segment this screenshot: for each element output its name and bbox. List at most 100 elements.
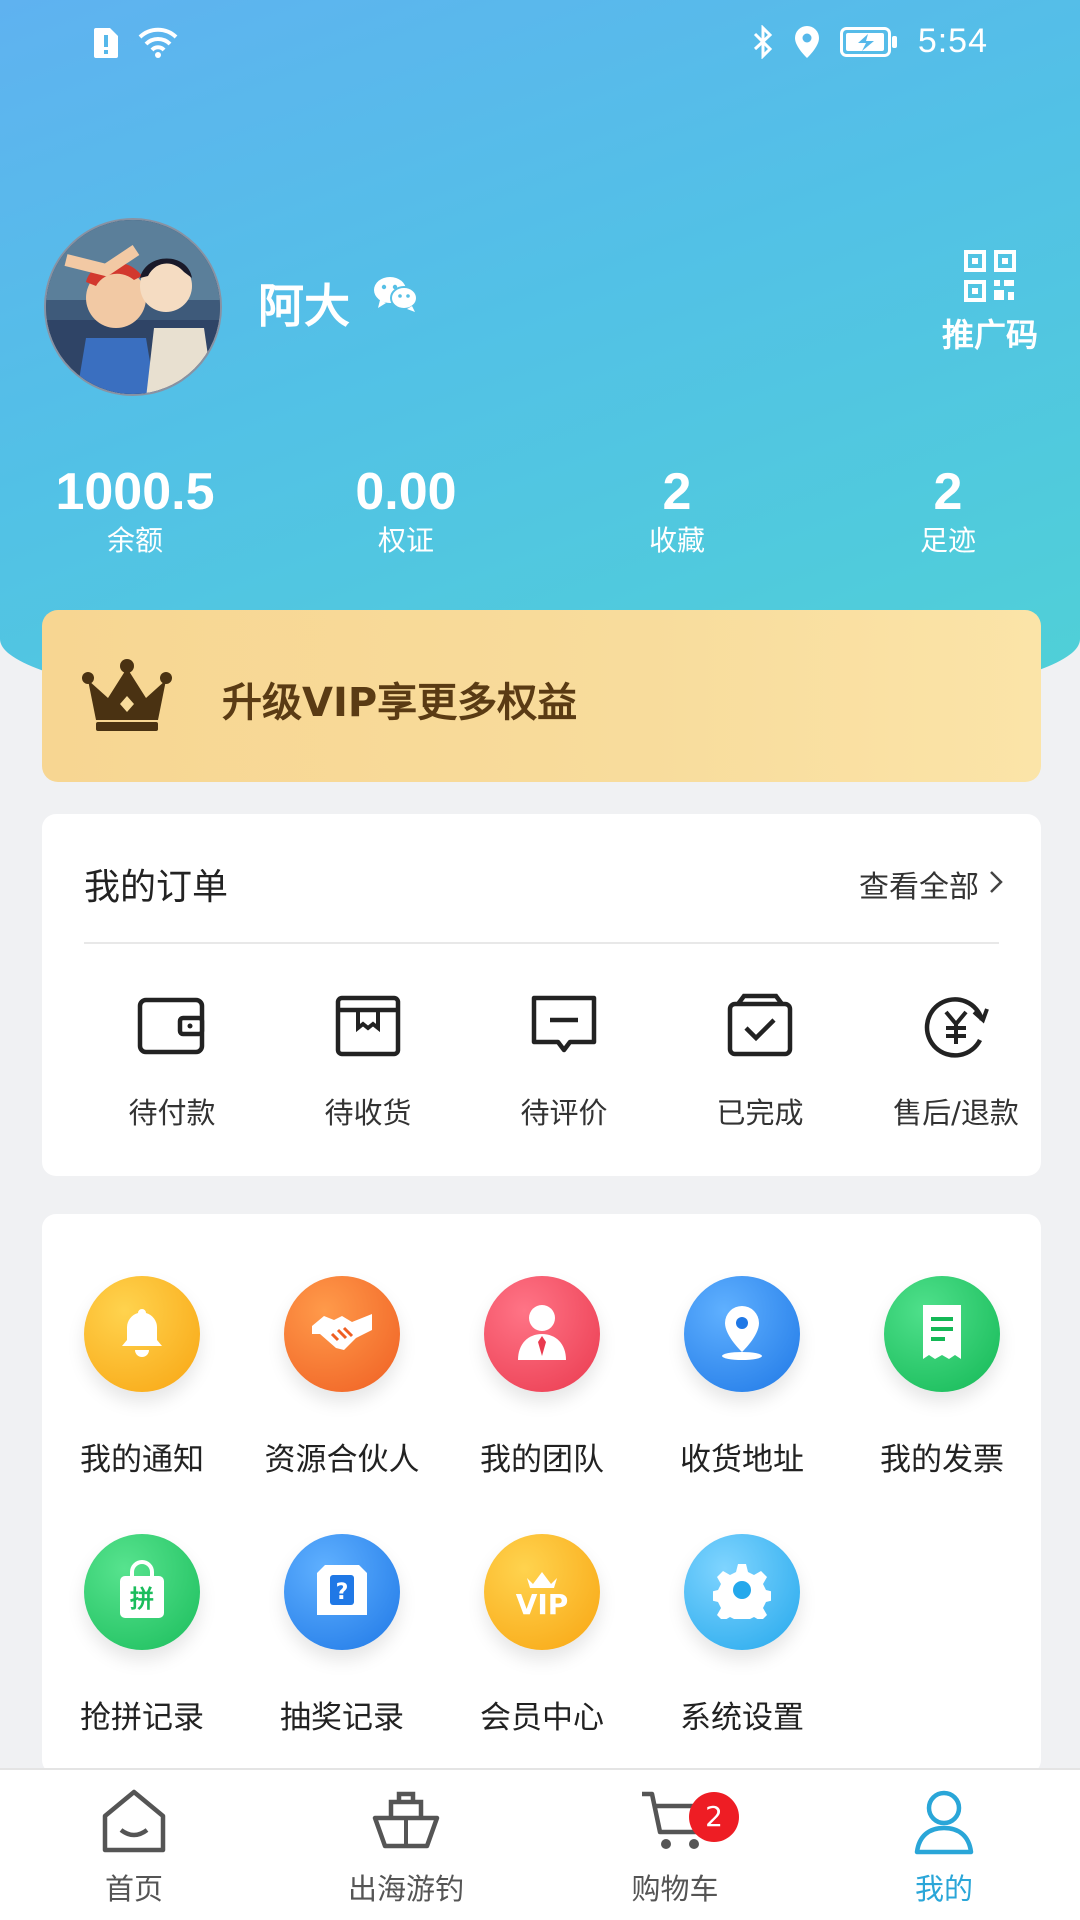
promo-qr-label: 推广码 <box>941 316 1038 354</box>
service-group-buy-records[interactable]: 拼 抢拼记录 <box>42 1534 242 1737</box>
service-label: 抽奖记录 <box>280 1700 404 1736</box>
crown-icon <box>82 658 172 738</box>
service-label: 我的通知 <box>80 1442 204 1478</box>
service-label: 会员中心 <box>480 1700 604 1736</box>
stat-value: 1000.5 <box>55 463 215 521</box>
service-label: 收货地址 <box>680 1442 804 1478</box>
chevron-right-icon <box>989 867 1003 902</box>
svg-text:VIP: VIP <box>516 1588 569 1620</box>
view-all-orders-link[interactable]: 查看全部 <box>859 862 1003 906</box>
divider <box>84 942 999 944</box>
tab-label: 我的 <box>914 1872 973 1906</box>
status-time: 5:54 <box>917 22 988 60</box>
comment-icon <box>528 990 600 1062</box>
stat-label: 余额 <box>106 524 163 557</box>
service-label: 我的团队 <box>480 1442 604 1478</box>
order-pending-review[interactable]: 待评价 <box>474 990 654 1132</box>
wechat-icon <box>372 274 420 318</box>
svg-text:拼: 拼 <box>130 1585 154 1613</box>
order-after-sales[interactable]: 售后/退款 <box>866 990 1046 1132</box>
sim-alert-icon <box>92 26 120 60</box>
cart-count-badge: 2 <box>689 1792 739 1842</box>
service-resource-partner[interactable]: 资源合伙人 <box>242 1276 442 1479</box>
tab-mine[interactable]: 我的 <box>834 1786 1054 1908</box>
tab-label: 出海游钓 <box>347 1872 464 1906</box>
service-system-settings[interactable]: 系统设置 <box>642 1534 842 1737</box>
tab-sea-fishing[interactable]: 出海游钓 <box>296 1786 516 1908</box>
order-item-label: 待评价 <box>520 1096 608 1130</box>
tab-label: 首页 <box>104 1872 163 1906</box>
stat-value: 0.00 <box>355 463 457 521</box>
bottom-tab-bar: 首页 出海游钓 2 购物车 我的 <box>0 1768 1080 1920</box>
vip-upgrade-banner[interactable]: 升级VIP享更多权益 <box>42 610 1041 782</box>
status-bar: 5:54 <box>0 0 1080 90</box>
stat-value: 2 <box>933 463 963 521</box>
service-label: 抢拼记录 <box>80 1700 204 1736</box>
service-member-center[interactable]: VIP 会员中心 <box>442 1534 642 1737</box>
services-card: 我的通知 资源合伙人 我的团队 收货地址 我的发票 拼 抢拼记录 ? 抽奖记录 … <box>42 1214 1041 1774</box>
bluetooth-icon <box>752 24 774 59</box>
order-item-label: 待付款 <box>128 1096 216 1130</box>
account-stats: 1000.5 余额 0.00 权证 2 收藏 2 足迹 <box>0 462 1080 572</box>
service-icon-circle <box>884 1276 1000 1392</box>
service-icon-circle: ? <box>284 1534 400 1650</box>
service-icon-circle <box>684 1534 800 1650</box>
stat-label: 收藏 <box>648 524 705 557</box>
vip-crown-icon: VIP <box>505 1560 579 1624</box>
service-notifications[interactable]: 我的通知 <box>42 1276 242 1479</box>
service-lottery-records[interactable]: ? 抽奖记录 <box>242 1534 442 1737</box>
username: 阿大 <box>258 279 350 333</box>
service-icon-circle <box>684 1276 800 1392</box>
view-all-label: 查看全部 <box>859 870 979 905</box>
refund-icon <box>920 990 992 1062</box>
stat-label: 足迹 <box>919 524 976 557</box>
service-icon-circle <box>284 1276 400 1392</box>
ship-icon <box>369 1786 443 1856</box>
service-my-team[interactable]: 我的团队 <box>442 1276 642 1479</box>
invoice-icon <box>917 1303 967 1365</box>
stat-warrant[interactable]: 0.00 权证 <box>286 462 526 560</box>
order-item-label: 待收货 <box>324 1096 412 1130</box>
stat-favorites[interactable]: 2 收藏 <box>557 462 797 560</box>
service-icon-circle <box>484 1276 600 1392</box>
wallet-icon <box>136 990 208 1062</box>
order-item-label: 已完成 <box>716 1096 804 1130</box>
svg-text:?: ? <box>336 1580 349 1605</box>
group-buy-bag-icon: 拼 <box>114 1560 170 1624</box>
tab-label: 购物车 <box>631 1872 719 1906</box>
service-my-invoices[interactable]: 我的发票 <box>842 1276 1042 1479</box>
battery-charging-icon <box>839 26 898 57</box>
qr-code-icon <box>964 250 1016 306</box>
service-label: 我的发票 <box>880 1442 1004 1478</box>
orders-title: 我的订单 <box>84 867 229 908</box>
service-icon-circle <box>84 1276 200 1392</box>
wifi-icon <box>138 27 178 59</box>
stat-balance[interactable]: 1000.5 余额 <box>15 462 255 560</box>
promo-qr-button[interactable]: 推广码 <box>930 250 1050 356</box>
completed-box-icon <box>724 990 796 1062</box>
stat-label: 权证 <box>377 524 434 557</box>
person-icon <box>907 1786 981 1856</box>
location-icon <box>794 25 820 59</box>
avatar[interactable] <box>44 218 222 396</box>
stat-value: 2 <box>662 463 692 521</box>
service-label: 资源合伙人 <box>264 1442 420 1478</box>
location-pin-icon <box>714 1302 770 1366</box>
service-shipping-address[interactable]: 收货地址 <box>642 1276 842 1479</box>
bell-icon <box>113 1303 171 1365</box>
order-item-label: 售后/退款 <box>893 1096 1019 1130</box>
package-icon <box>332 990 404 1062</box>
tab-shopping-cart[interactable]: 2 购物车 <box>565 1786 785 1908</box>
order-completed[interactable]: 已完成 <box>670 990 850 1132</box>
order-pending-payment[interactable]: 待付款 <box>82 990 262 1132</box>
tab-home[interactable]: 首页 <box>24 1786 244 1908</box>
handshake-icon <box>310 1308 374 1360</box>
service-icon-circle: 拼 <box>84 1534 200 1650</box>
my-orders-card: 我的订单 查看全部 待付款 待收货 待评价 已完成 售后/退款 <box>42 814 1041 1176</box>
stat-footprints[interactable]: 2 足迹 <box>828 462 1068 560</box>
order-pending-receipt[interactable]: 待收货 <box>278 990 458 1132</box>
lottery-box-icon: ? <box>313 1561 371 1623</box>
service-icon-circle: VIP <box>484 1534 600 1650</box>
home-icon <box>97 1786 171 1856</box>
gear-icon <box>710 1561 774 1628</box>
